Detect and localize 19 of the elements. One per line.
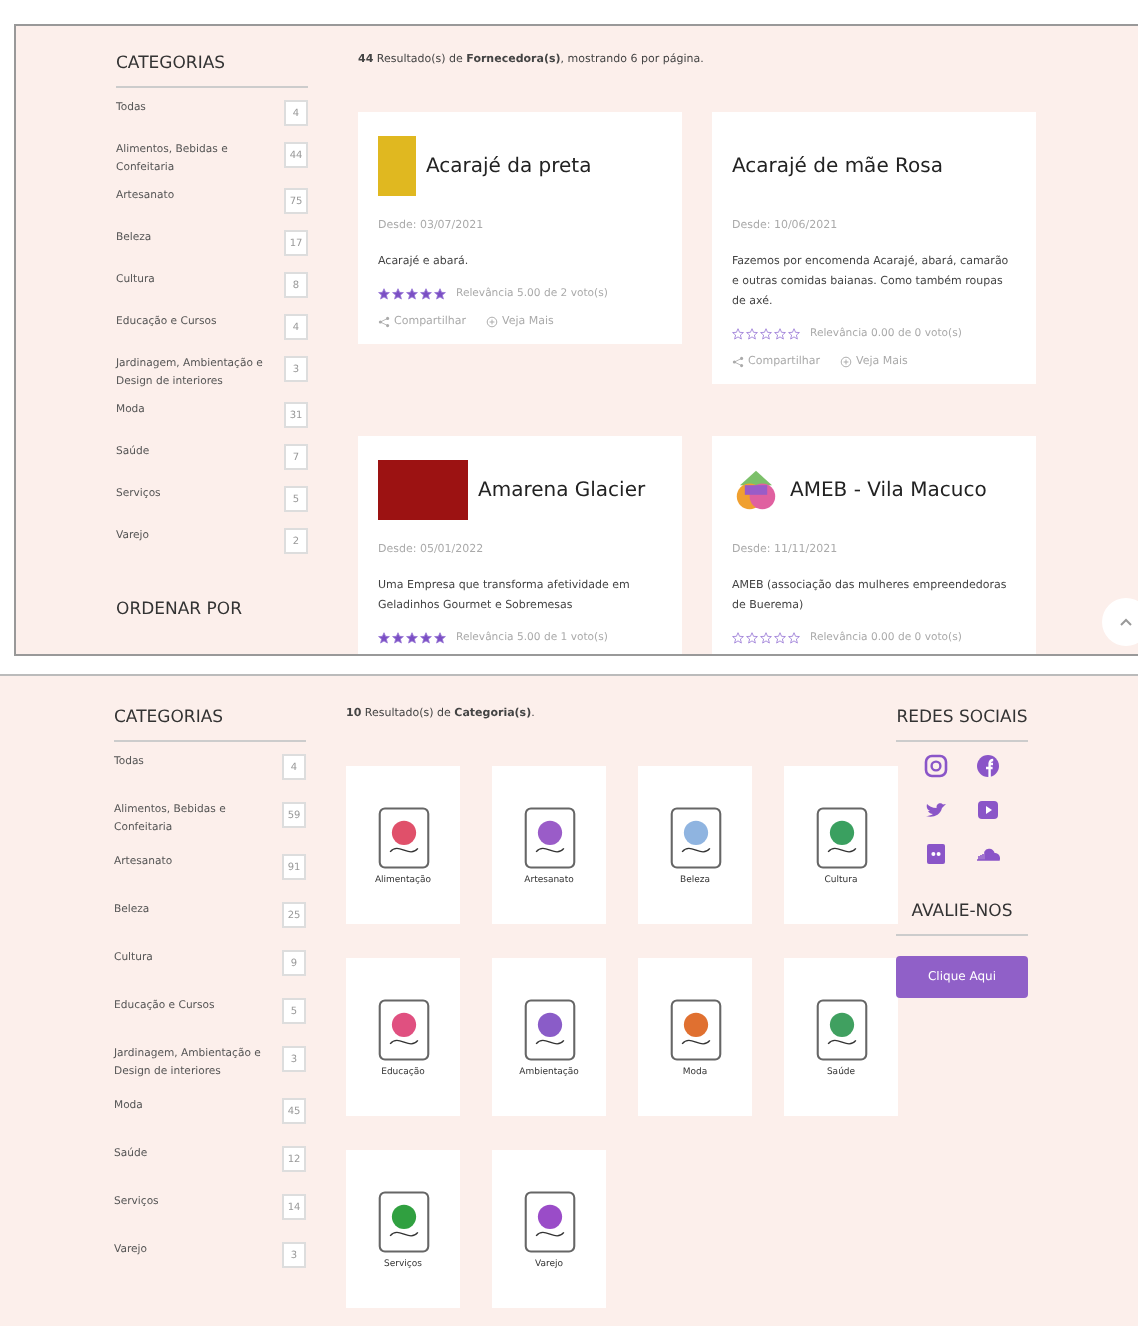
section-title: ORDENAR POR xyxy=(116,598,245,624)
share-icon xyxy=(378,316,390,328)
logo-icon xyxy=(732,466,780,514)
plus-circle-icon xyxy=(486,316,499,328)
camera-icon[interactable] xyxy=(924,754,948,778)
share-icon xyxy=(732,356,744,368)
section-title: AVALIE-NOS xyxy=(909,900,1015,926)
supplier-name[interactable]: AMEB - Vila Macuco xyxy=(790,479,987,501)
supplier-name[interactable]: Acarajé da preta xyxy=(426,155,592,177)
bird-icon[interactable] xyxy=(924,798,948,822)
supplier-name[interactable]: Acarajé de mãe Rosa xyxy=(732,155,943,177)
sidebar-title: CATEGORIAS xyxy=(116,52,228,78)
dots-icon[interactable] xyxy=(924,842,948,866)
play-icon[interactable] xyxy=(976,798,1000,822)
supplier-name[interactable]: Amarena Glacier xyxy=(478,479,646,501)
sidebar-title: CATEGORIAS xyxy=(114,706,226,732)
plus-circle-icon xyxy=(840,356,853,368)
section-title: REDES SOCIAIS xyxy=(896,706,1028,732)
letter-f-icon[interactable] xyxy=(976,754,1000,778)
